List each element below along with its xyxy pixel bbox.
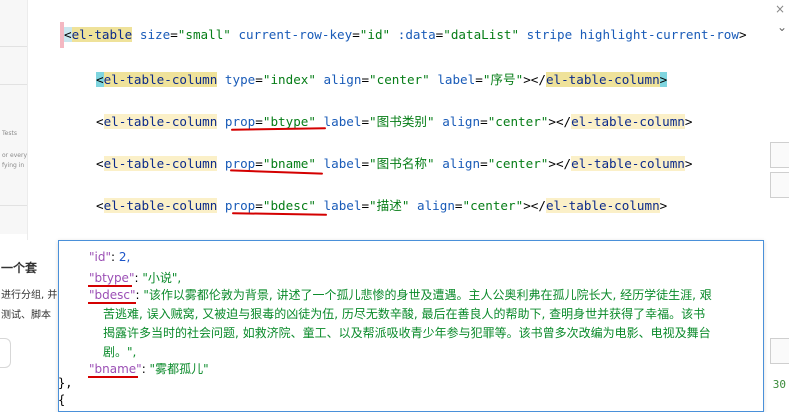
close-icon[interactable]: × xyxy=(775,2,785,16)
red-underline xyxy=(231,212,328,216)
code-editor[interactable]: <el-table size="small" current-row-key="… xyxy=(27,0,770,254)
json-line-bdesc-cont: 剧。", xyxy=(103,345,137,359)
tag-name: el-table-column xyxy=(103,72,218,87)
section-text: 进行分组, 并 xyxy=(1,290,58,301)
line-number: 30 xyxy=(772,378,786,391)
divider xyxy=(0,84,27,85)
code-line-1: <el-table size="small" current-row-key="… xyxy=(64,27,747,42)
json-line-id: "id": 2, xyxy=(89,250,131,264)
json-line-bdesc: "bdesc": "该作以雾都伦敦为背景, 讲述了一个孤儿悲惨的身世及遭遇。主人… xyxy=(89,288,712,302)
red-underline xyxy=(88,302,136,304)
code-line-2: <el-table-column type="index" align="cen… xyxy=(96,72,668,87)
tag-name: el-table xyxy=(71,27,133,42)
left-content-area: 一个套 进行分组, 并 测试、脚本 xyxy=(0,234,58,410)
divider xyxy=(0,46,27,47)
json-line-btype: "btype": "小说", xyxy=(89,271,182,285)
divider xyxy=(0,205,27,206)
fragment-text: fying in xyxy=(2,162,25,169)
fragment-text: Tests xyxy=(2,130,17,137)
red-underline xyxy=(230,127,327,131)
code-line-3: <el-table-column prop="btype" label="图书类… xyxy=(96,114,693,129)
section-text: 测试、脚本 xyxy=(1,310,51,321)
code-line-4: <el-table-column prop="bname" label="图书名… xyxy=(96,156,693,171)
json-open-brace: { xyxy=(58,393,66,407)
section-heading: 一个套 xyxy=(1,261,38,275)
collapse-handle[interactable] xyxy=(0,338,11,368)
side-box xyxy=(770,172,789,198)
json-close-brace: }, xyxy=(58,376,73,390)
json-line-bname: "bname": "雾都孤儿" xyxy=(89,362,209,376)
json-line-bdesc-cont: 苦逃难, 误入贼窝, 又被迫与狠毒的凶徒为伍, 历尽无数辛酸, 最后在善良人的帮… xyxy=(103,307,706,321)
red-underline xyxy=(88,376,138,378)
chevron-down-icon[interactable]: ⌄ xyxy=(777,20,787,34)
json-preview-popup[interactable]: "id": 2, "btype": "小说", "bdesc": "该作以雾都伦… xyxy=(58,240,764,412)
code-line-5: <el-table-column prop="bdesc" label="描述"… xyxy=(96,198,668,213)
right-side-panel: × ⌄ 30 xyxy=(769,0,789,410)
json-line-bdesc-cont: 揭露许多当时的社会问题, 如救济院、童工、以及帮派吸收青少年参与犯罪等。该书曾多… xyxy=(103,326,711,340)
side-box xyxy=(770,338,789,364)
side-box xyxy=(770,142,789,168)
